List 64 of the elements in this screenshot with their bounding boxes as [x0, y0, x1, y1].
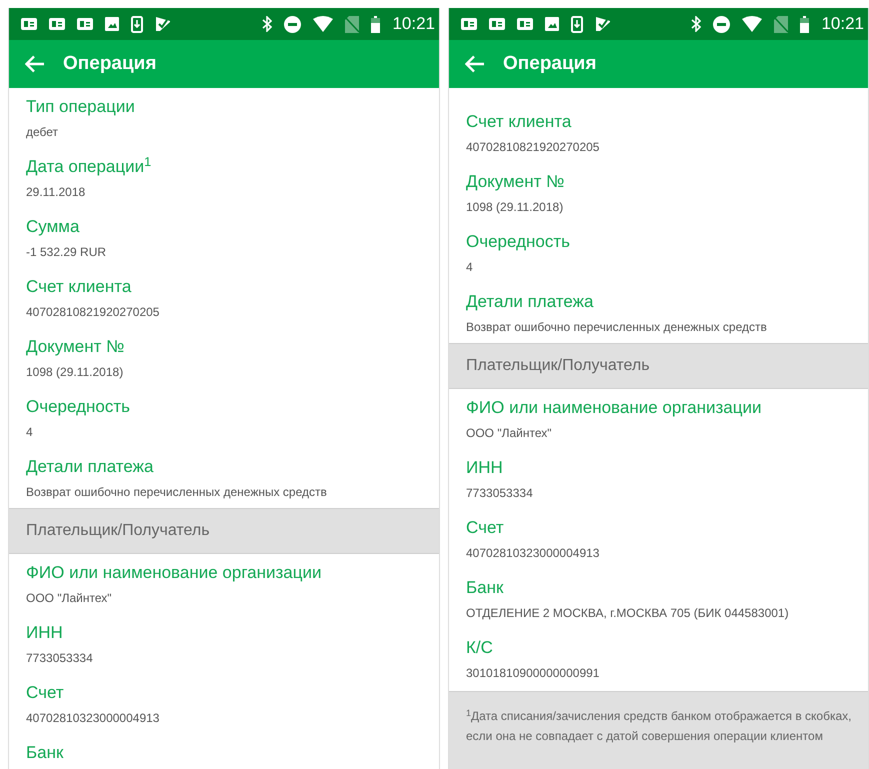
section-header: Плательщик/Получатель: [9, 508, 439, 554]
field-value: 29.11.2018: [26, 184, 86, 200]
field-value: 40702810821920270205: [466, 139, 600, 155]
footnote: $^{1}$Дата списания/зачисления средств банком отображается в скобках, если она не совпадает с датой совершения операции клиентом: [449, 691, 868, 769]
wifi-icon: [313, 16, 334, 32]
field-value: 7733053334: [26, 650, 94, 666]
field-label: Сумма: [26, 216, 80, 238]
field-label: ИНН: [26, 622, 64, 644]
field-value: дебет: [26, 124, 60, 140]
field-value: 40702810821920270205: [26, 304, 160, 320]
field-value: Возврат ошибочно перечисленных денежных средств: [466, 319, 768, 335]
field-value: -1 532.29 RUR: [26, 244, 108, 260]
field-value: 30101810900000000991: [466, 665, 600, 681]
field-label: Документ №: [26, 336, 126, 358]
do-not-disturb-icon: [284, 16, 302, 32]
field-value: 4: [26, 424, 34, 440]
image-icon: [545, 17, 559, 31]
image-icon: [105, 17, 119, 31]
field-value: 40702810323000004913: [466, 545, 600, 561]
field-label: Тип операции: [26, 96, 136, 118]
field-label: Счет: [466, 517, 505, 539]
screen-title: Операция: [503, 52, 596, 76]
back-arrow-icon[interactable]: [465, 55, 485, 73]
status-time: 10:21: [821, 14, 864, 34]
no-sim-icon: [774, 16, 788, 32]
field-value: Возврат ошибочно перечисленных денежных средств: [26, 484, 328, 500]
bluetooth-icon: [691, 16, 702, 32]
field-value: ОТДЕЛЕНИЕ 2 МОСКВА, г.МОСКВА 705 (БИК 044583001): [466, 605, 790, 621]
download-icon: [131, 16, 143, 32]
no-sim-icon: [345, 16, 360, 32]
check-icon: [595, 16, 611, 32]
field-value: 1098 (29.11.2018): [466, 199, 564, 215]
field-value: ООО "Лайнтех": [466, 425, 553, 441]
section-header: Плательщик/Получатель: [449, 343, 868, 389]
field-label: К/С: [466, 637, 494, 659]
field-value: 4: [466, 259, 474, 275]
battery-icon: [371, 16, 380, 32]
field-value: ООО "Лайнтех": [26, 590, 113, 606]
field-value: 40702810323000004913: [26, 710, 160, 726]
field-label: Банк: [26, 742, 64, 764]
field-value: 1098 (29.11.2018): [26, 364, 124, 380]
battery-icon: [800, 16, 810, 32]
bluetooth-icon: [262, 16, 272, 32]
field-label: ФИО или наименование организации: [26, 562, 322, 584]
field-label: Дата операции$^{1}$: [26, 156, 152, 178]
back-arrow-icon[interactable]: [25, 55, 45, 73]
field-label: Документ №: [466, 171, 566, 193]
field-label: Очередность: [466, 231, 571, 253]
field-label: Детали платежа: [466, 291, 594, 313]
field-label: Счет клиента: [466, 111, 572, 133]
wifi-icon: [742, 16, 762, 32]
do-not-disturb-icon: [713, 16, 730, 32]
check-icon: [155, 16, 171, 32]
field-label: ИНН: [466, 457, 504, 479]
screen-title: Операция: [63, 52, 156, 76]
download-icon: [571, 16, 583, 32]
field-label: Детали платежа: [26, 456, 154, 478]
field-label: Счет: [26, 682, 65, 704]
status-time: 10:21: [392, 14, 435, 34]
field-label: ФИО или наименование организации: [466, 397, 762, 419]
field-label: Счет клиента: [26, 276, 132, 298]
field-label: Банк: [466, 577, 504, 599]
field-label: Очередность: [26, 396, 131, 418]
field-value: 7733053334: [466, 485, 534, 501]
